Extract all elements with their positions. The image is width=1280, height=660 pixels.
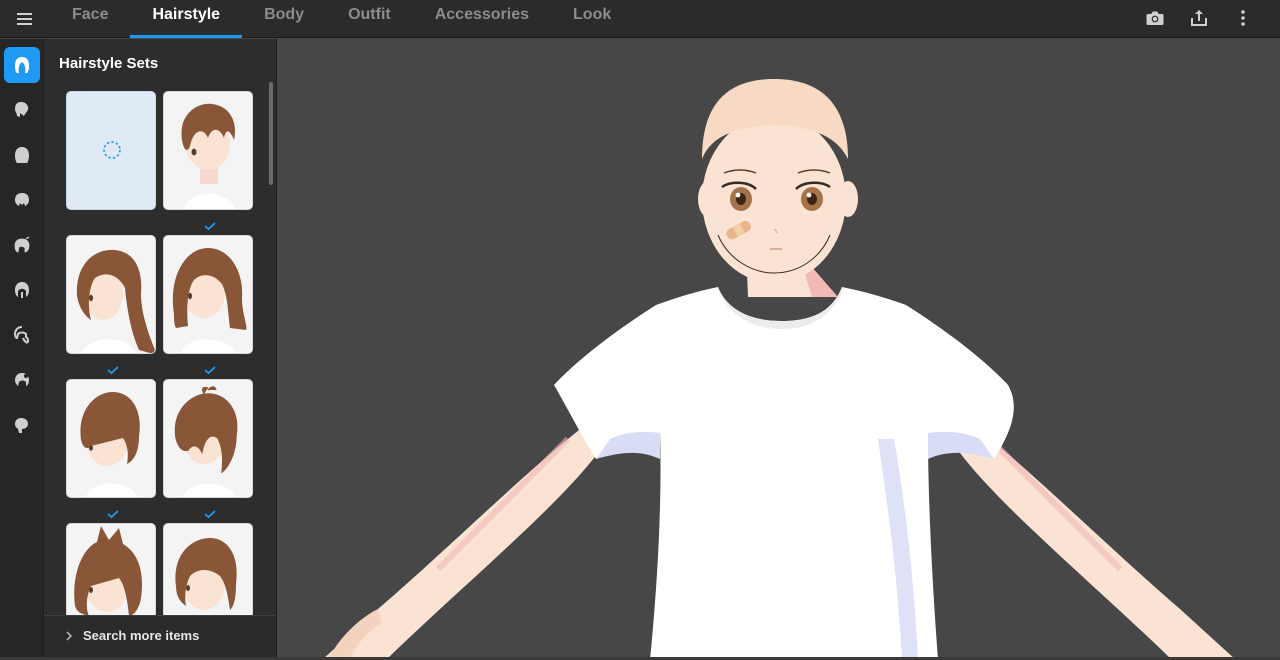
chevron-right-icon bbox=[66, 631, 73, 641]
panel-title: Hairstyle Sets bbox=[59, 55, 159, 72]
no-hairstyle-icon bbox=[103, 141, 121, 159]
share-icon[interactable] bbox=[1186, 6, 1212, 30]
hamburger-menu-icon[interactable] bbox=[10, 7, 38, 31]
selected-check-icon bbox=[204, 222, 216, 231]
selected-check-icon bbox=[107, 510, 119, 519]
tab-face[interactable]: Face bbox=[50, 0, 130, 38]
hairstyle-thumbnail bbox=[80, 392, 140, 497]
selected-check-icon bbox=[107, 366, 119, 375]
hairstyle-thumbnail bbox=[181, 103, 236, 209]
hair-set-icon[interactable] bbox=[4, 47, 40, 83]
avatar-viewport[interactable] bbox=[278, 39, 1280, 660]
more-vertical-icon[interactable] bbox=[1230, 6, 1256, 30]
avatar-model bbox=[322, 79, 1236, 660]
hair-tail-icon[interactable] bbox=[4, 317, 40, 353]
hair-accent-icon[interactable] bbox=[4, 362, 40, 398]
category-tabs: Face Hairstyle Body Outfit Accessories L… bbox=[50, 0, 633, 38]
hairstyle-panel: Hairstyle Sets Search more items bbox=[44, 39, 277, 660]
search-more-items-button[interactable]: Search more items bbox=[44, 615, 276, 660]
camera-icon[interactable] bbox=[1142, 6, 1168, 30]
hair-category-rail bbox=[0, 39, 44, 660]
hair-extension-icon[interactable] bbox=[4, 272, 40, 308]
search-more-label: Search more items bbox=[83, 628, 200, 643]
hair-base-icon[interactable] bbox=[4, 407, 40, 443]
hairstyle-thumbnail bbox=[76, 249, 155, 353]
tab-outfit[interactable]: Outfit bbox=[326, 0, 413, 38]
hairstyle-thumbnail bbox=[172, 248, 247, 353]
hairstyle-thumbnail bbox=[174, 386, 238, 497]
back-hair-icon[interactable] bbox=[4, 137, 40, 173]
hairstyle-card-messy-short[interactable] bbox=[163, 379, 253, 498]
hairstyle-card-medium-bob[interactable] bbox=[163, 235, 253, 354]
top-bar: Face Hairstyle Body Outfit Accessories L… bbox=[0, 0, 1280, 38]
side-hair-icon[interactable] bbox=[4, 182, 40, 218]
ahoge-icon[interactable] bbox=[4, 227, 40, 263]
panel-scrollbar[interactable] bbox=[269, 82, 273, 185]
selected-check-icon bbox=[204, 510, 216, 519]
hairstyle-card-bowl-cut[interactable] bbox=[66, 379, 156, 498]
tab-accessories[interactable]: Accessories bbox=[413, 0, 551, 38]
front-hair-icon[interactable] bbox=[4, 92, 40, 128]
tab-body[interactable]: Body bbox=[242, 0, 326, 38]
app-window: Face Hairstyle Body Outfit Accessories L… bbox=[0, 0, 1280, 660]
tab-look[interactable]: Look bbox=[551, 0, 633, 38]
hairstyle-card-none[interactable] bbox=[66, 91, 156, 210]
tab-hairstyle[interactable]: Hairstyle bbox=[130, 0, 242, 38]
hairstyle-card-short-boy[interactable] bbox=[163, 91, 253, 210]
selected-check-icon bbox=[204, 366, 216, 375]
hairstyle-card-long-straight[interactable] bbox=[66, 235, 156, 354]
